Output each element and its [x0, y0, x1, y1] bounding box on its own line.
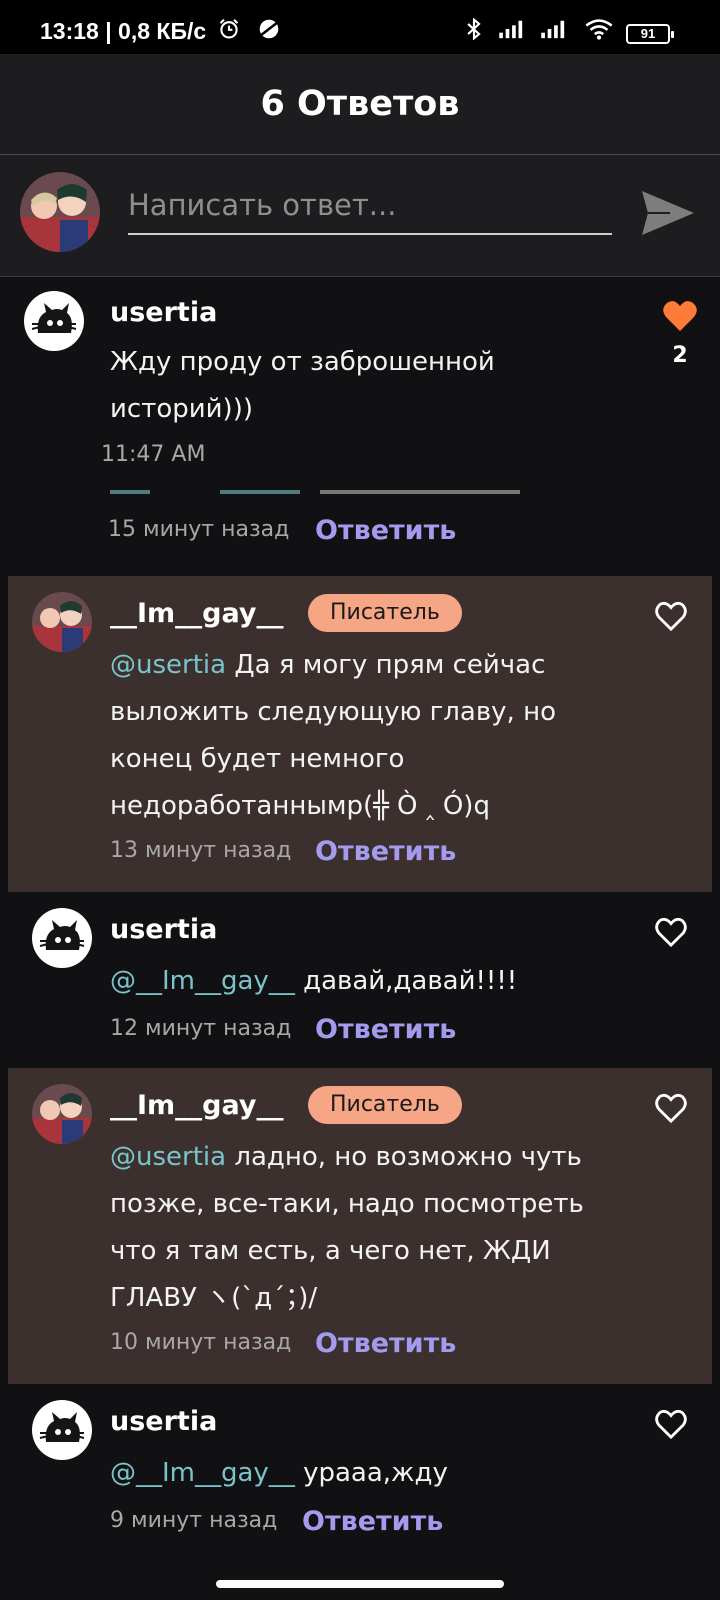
comment-author[interactable]: __Im__gay__: [110, 598, 284, 629]
mention-link[interactable]: @__Im__gay__: [110, 1458, 295, 1488]
avatar: [32, 1084, 92, 1144]
comment-text: @__Im__gay__ давай,давай!!!!: [110, 958, 630, 1005]
avatar: [24, 291, 84, 351]
status-time: 13:18 | 0,8 КБ/с: [40, 18, 207, 44]
comment-body: урааа,жду: [294, 1458, 448, 1488]
reply-button[interactable]: Ответить: [315, 1328, 456, 1359]
comment-text: @usertia Да я могу прям сейчас выложить …: [110, 642, 610, 830]
writer-badge: Писатель: [308, 594, 462, 632]
avatar: [32, 592, 92, 652]
avatar: [32, 1400, 92, 1460]
comment-text: @__Im__gay__ урааа,жду: [110, 1450, 630, 1497]
reply-input[interactable]: [128, 177, 612, 235]
reply-time: 9 минут назад: [110, 1508, 278, 1533]
reply-time: 13 минут назад: [110, 838, 292, 863]
reply-button[interactable]: Ответить: [315, 515, 456, 546]
reply-button[interactable]: Ответить: [315, 1014, 456, 1045]
signal-icon-2: [541, 20, 565, 39]
avatar: [32, 908, 92, 968]
user-avatar-image: [32, 1084, 92, 1144]
heart-outline-icon[interactable]: [654, 916, 688, 948]
status-bar: 13:18 | 0,8 КБ/с 91: [0, 0, 720, 54]
mention-link[interactable]: @usertia: [110, 1142, 226, 1172]
reply-time: 10 минут назад: [110, 1330, 292, 1355]
replies-header: 6 Ответов: [0, 54, 720, 155]
home-indicator[interactable]: [216, 1580, 504, 1588]
heart-outline-icon[interactable]: [654, 600, 688, 632]
alarm-icon: [219, 18, 239, 39]
reply-item: __Im__gay__ Писатель @usertia ладно, но …: [8, 1068, 712, 1384]
comment-text: Жду проду от заброшенной историй))): [110, 347, 495, 424]
cat-avatar-icon: [31, 303, 77, 333]
comment-time: 11:47 AM: [101, 442, 206, 467]
reply-button[interactable]: Ответить: [302, 1506, 443, 1537]
user-avatar-image: [20, 172, 100, 252]
comment-author[interactable]: __Im__gay__: [110, 1090, 284, 1121]
heart-outline-icon[interactable]: [654, 1092, 688, 1124]
reply-item: usertia @__Im__gay__ урааа,жду 9 минут н…: [0, 1384, 720, 1560]
like-count: 2: [672, 343, 688, 368]
reply-time: 12 минут назад: [110, 1016, 292, 1041]
comment-author[interactable]: usertia: [110, 297, 217, 328]
planet-icon: [259, 19, 279, 39]
reply-item: __Im__gay__ Писатель @usertia Да я могу …: [8, 576, 712, 892]
cat-avatar-icon: [39, 1412, 85, 1442]
comment-author[interactable]: usertia: [110, 914, 217, 945]
comment-text: @usertia ладно, но возможно чуть позже, …: [110, 1134, 610, 1322]
reply-button[interactable]: Ответить: [315, 836, 456, 867]
user-avatar-image: [32, 592, 92, 652]
reply-item: 15 минут назад Ответить: [0, 493, 720, 563]
send-icon[interactable]: [638, 183, 698, 243]
heart-outline-icon[interactable]: [654, 1408, 688, 1440]
reply-composer: [0, 155, 720, 277]
heart-filled-icon[interactable]: [662, 299, 698, 333]
mention-link[interactable]: @__Im__gay__: [110, 966, 295, 996]
writer-badge: Писатель: [308, 1086, 462, 1124]
avatar: [20, 172, 100, 252]
battery-icon: 91: [626, 24, 674, 44]
reply-time: 15 минут назад: [108, 517, 290, 542]
comment-author[interactable]: usertia: [110, 1406, 217, 1437]
page-title: 6 Ответов: [260, 84, 460, 124]
mention-link[interactable]: @usertia: [110, 650, 226, 680]
comment-body: давай,давай!!!!: [294, 966, 518, 996]
cat-avatar-icon: [39, 920, 85, 950]
wifi-icon: [585, 19, 613, 40]
reply-item: usertia @__Im__gay__ давай,давай!!!! 12 …: [0, 892, 720, 1066]
main-comment: usertia Жду проду от заброшенной историй…: [0, 277, 720, 493]
bluetooth-icon: [467, 18, 481, 40]
signal-icon: [499, 20, 523, 39]
